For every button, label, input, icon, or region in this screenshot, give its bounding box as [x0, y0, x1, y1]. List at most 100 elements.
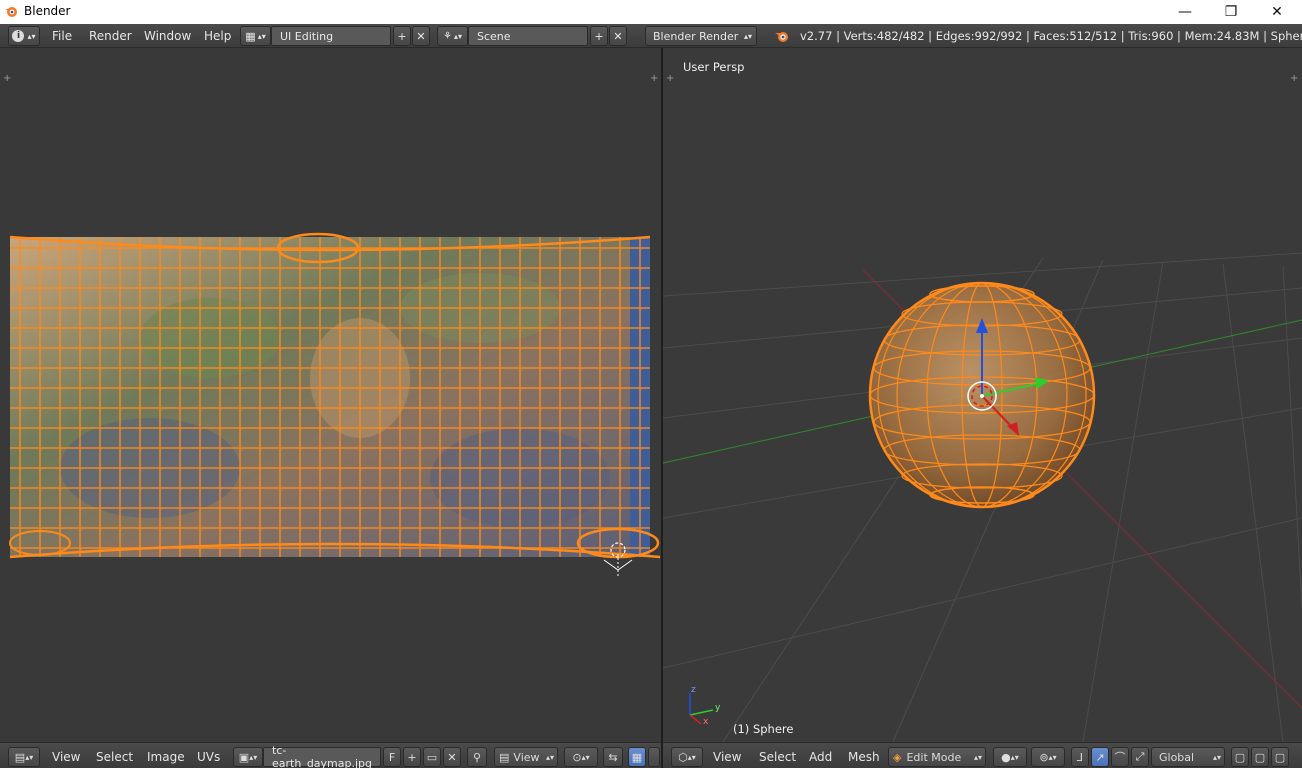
view-mode-icon: ▤ [499, 750, 510, 764]
cube-icon: ▢ [1234, 750, 1246, 764]
svg-text:y: y [715, 703, 721, 713]
screen-layout-browse-button[interactable]: ▦ ▴▾ [240, 26, 271, 46]
pivot-point-dropdown[interactable]: ⊙ ▴▾ [564, 747, 598, 767]
image-icon: ▣ [238, 750, 250, 764]
viewport-canvas[interactable]: z y x [663, 48, 1302, 742]
blender-logo-icon [5, 7, 17, 17]
editor-type-3d-button[interactable]: ⬡ ▴▾ [671, 747, 703, 767]
add-screen-button[interactable]: + [393, 26, 411, 46]
restore-button[interactable]: ❐ [1208, 0, 1254, 24]
uv-canvas[interactable] [0, 48, 661, 742]
menu-window[interactable]: Window [144, 29, 191, 43]
chevron-updown-icon: ▴▾ [581, 752, 590, 762]
cube-icon: ⬡ [678, 750, 688, 764]
uv-menu-uvs[interactable]: UVs [197, 750, 220, 764]
plus-icon: + [594, 29, 604, 43]
manipulator-toggle-button[interactable]: ⅃ [1071, 747, 1089, 767]
minimize-button[interactable]: — [1162, 0, 1208, 24]
scene-icon: ⚘ [443, 30, 452, 42]
rotate-manipulator-button[interactable]: ⌒ [1111, 747, 1129, 767]
vertex-select-button[interactable]: ▦ [628, 747, 646, 767]
viewport-menu-select[interactable]: Select [759, 750, 796, 764]
interaction-mode-dropdown[interactable]: ◈ Edit Mode ▴▾ [888, 747, 986, 767]
unlink-image-button[interactable]: ✕ [443, 747, 461, 767]
menu-file[interactable]: File [52, 29, 72, 43]
image-name-field[interactable]: tc-earth_daymap.jpg [263, 744, 381, 768]
chevron-updown-icon: ▴▾ [973, 752, 982, 762]
vertex-select-mode-button[interactable]: ▢ [1231, 747, 1249, 767]
render-engine-dropdown[interactable]: Blender Render ▴▾ [645, 26, 757, 46]
delete-scene-button[interactable]: ✕ [609, 26, 627, 46]
image-browse-button[interactable]: ▣ ▴▾ [233, 747, 263, 767]
translate-manipulator-button[interactable]: ↗ [1091, 747, 1109, 767]
chevron-updown-icon: ▴▾ [1212, 752, 1221, 762]
viewport-shading-dropdown[interactable]: ● ▴▾ [993, 747, 1027, 767]
uv-menu-view[interactable]: View [52, 750, 80, 764]
uv-menu-select[interactable]: Select [96, 750, 133, 764]
svg-text:x: x [703, 717, 709, 727]
sync-icon: ⇆ [608, 750, 618, 764]
editor-type-uv-button[interactable]: ▤ ▴▾ [8, 747, 40, 767]
chevron-updown-icon: ▴▾ [687, 752, 696, 762]
cube-icon: ▢ [1254, 750, 1266, 764]
open-image-button[interactable]: ▭ [423, 747, 441, 767]
add-scene-button[interactable]: + [590, 26, 608, 46]
view-mode-dropdown[interactable]: ▤ View ▴▾ [494, 747, 558, 767]
editor-type-info-button[interactable]: i ▴▾ [8, 26, 40, 46]
scale-manipulator-button[interactable]: ⤢ [1131, 747, 1149, 767]
plus-icon: + [407, 750, 417, 764]
edge-select-mode-button[interactable]: ▢ [1251, 747, 1269, 767]
folder-icon: ▭ [426, 750, 438, 764]
delete-screen-button[interactable]: ✕ [412, 26, 430, 46]
uv-menu-image[interactable]: Image [147, 750, 185, 764]
chevron-updown-icon: ▴▾ [257, 31, 266, 41]
scene-field[interactable]: Scene [468, 26, 588, 46]
close-icon: ✕ [416, 29, 426, 43]
close-icon: ✕ [447, 750, 457, 764]
pivot-icon: ⊚ [1039, 750, 1049, 764]
close-icon: ✕ [613, 29, 623, 43]
scene-browse-button[interactable]: ⚘ ▴▾ [437, 26, 468, 46]
rotate-icon: ⌒ [1114, 751, 1126, 764]
chevron-updown-icon: ▴▾ [25, 752, 34, 762]
viewport-menu-view[interactable]: View [713, 750, 741, 764]
edit-mode-icon: ◈ [893, 750, 902, 764]
chevron-updown-icon: ▴▾ [1010, 752, 1019, 762]
window-titlebar: Blender — ❐ ✕ [0, 0, 1302, 24]
uv-mesh-grid[interactable] [9, 232, 661, 559]
window-title: Blender [24, 4, 71, 18]
sync-selection-button[interactable]: ⇆ [603, 747, 623, 767]
fake-user-button[interactable]: F [383, 747, 401, 767]
screen-layout-field[interactable]: UI Editing [271, 26, 391, 46]
interaction-mode-label: Edit Mode [906, 750, 962, 764]
render-engine-label: Blender Render [653, 29, 739, 43]
menu-render[interactable]: Render [89, 29, 132, 43]
chevron-updown-icon: ▴▾ [545, 752, 554, 762]
chevron-updown-icon: ▴▾ [27, 31, 36, 41]
viewport-menu-add[interactable]: Add [809, 750, 832, 764]
3d-viewport[interactable]: User Persp + + z y x (1) Sphere [663, 48, 1302, 742]
solid-shading-icon: ● [1001, 750, 1011, 764]
info-header: i ▴▾ File Render Window Help ▦ ▴▾ UI Edi… [0, 24, 1302, 48]
arrow-icon: ↗ [1095, 750, 1105, 764]
active-object-label: (1) Sphere [733, 722, 794, 736]
chevron-updown-icon: ▴▾ [1048, 752, 1057, 762]
uv-image-editor[interactable]: + + [0, 48, 661, 742]
pin-image-button[interactable]: ⚲ [467, 747, 487, 767]
viewport-menu-mesh[interactable]: Mesh [848, 750, 880, 764]
pivot-icon: ⊙ [572, 750, 582, 764]
face-select-mode-button[interactable]: ▢ [1271, 747, 1289, 767]
menu-help[interactable]: Help [204, 29, 231, 43]
new-image-button[interactable]: + [403, 747, 421, 767]
manipulator-icon: ⅃ [1076, 750, 1084, 764]
transform-orientation-dropdown[interactable]: Global ▴▾ [1151, 747, 1225, 767]
viewport-header: ⬡ ▴▾ View Select Add Mesh ◈ Edit Mode ▴▾ … [663, 742, 1302, 768]
edge-select-button[interactable] [648, 747, 660, 767]
scene-statistics: v2.77 | Verts:482/482 | Edges:992/992 | … [800, 29, 1302, 43]
pin-icon: ⚲ [472, 750, 482, 764]
image-editor-icon: ▤ [14, 750, 26, 764]
close-button[interactable]: ✕ [1254, 0, 1300, 24]
pivot-point-dropdown-3d[interactable]: ⊚ ▴▾ [1031, 747, 1065, 767]
cube-icon: ▢ [1274, 750, 1286, 764]
chevron-updown-icon: ▴▾ [743, 31, 752, 41]
